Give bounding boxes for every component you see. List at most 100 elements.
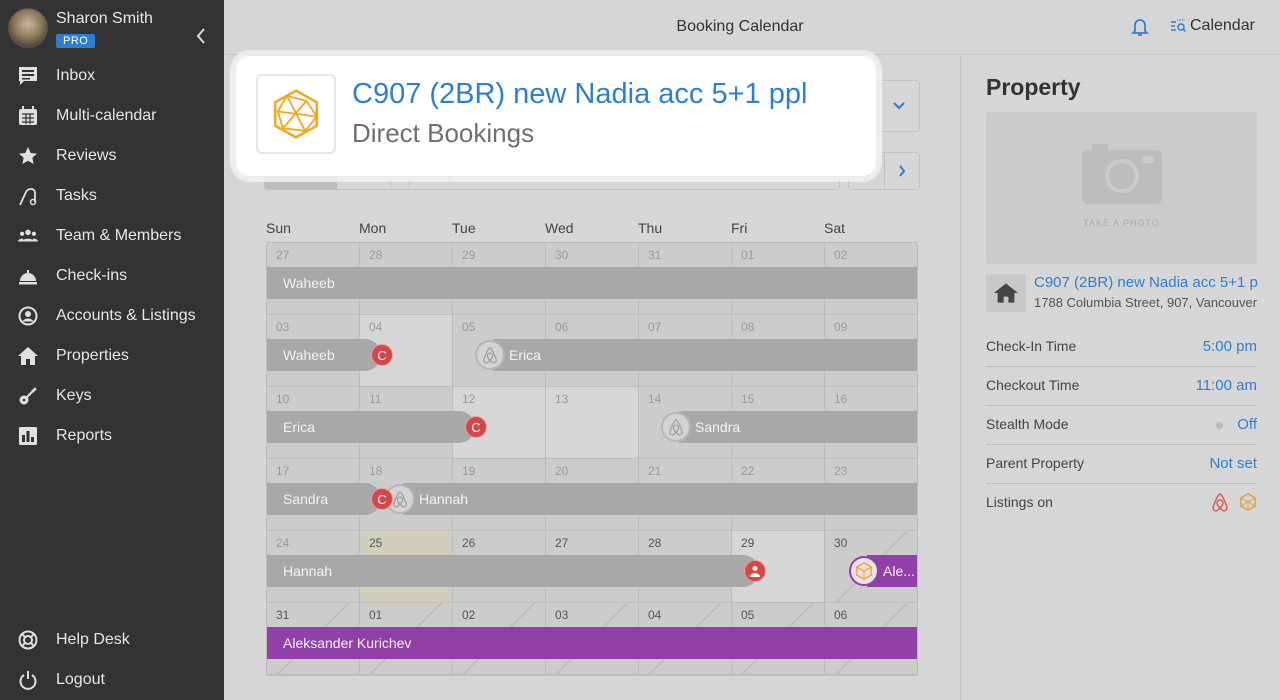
user-icon <box>750 566 760 577</box>
avatar[interactable] <box>8 8 48 48</box>
property-address: 1788 Columbia Street, 907, Vancouver <box>1034 295 1257 310</box>
power-icon <box>18 670 38 690</box>
checkout-badge[interactable]: C <box>371 344 393 366</box>
day-number: 17 <box>276 464 290 478</box>
user-profile[interactable]: Sharon Smith PRO <box>8 8 218 52</box>
weekday-label: Tue <box>452 220 476 236</box>
calendar-grid: 27 28 29 30 31 01 02 03 04 05 06 07 08 09 10 11 12 13 14 15… <box>266 242 919 676</box>
listing-popover: C907 (2BR) new Nadia acc 5+1 ppl Direct … <box>236 56 876 176</box>
sidebar-nav: Inbox Multi-calendar Reviews Tasks Team … <box>0 56 224 456</box>
airbnb-icon <box>661 412 691 442</box>
account-circle-icon <box>18 306 38 326</box>
weekday-label: Sat <box>824 220 846 236</box>
detail-row-checkout: Checkout Time 11:00 am <box>986 367 1257 406</box>
day-number: 02 <box>462 608 476 622</box>
day-number: 22 <box>741 464 755 478</box>
sidebar-bottom: Help Desk Logout <box>0 620 224 700</box>
guest-name: Hannah <box>283 563 333 579</box>
notifications-button[interactable] <box>1130 17 1150 42</box>
sidebar-item-keys[interactable]: Keys <box>0 376 224 416</box>
booking-bar[interactable]: Sandra <box>267 483 381 515</box>
guest-name: Erica <box>509 347 541 363</box>
weekday-label: Wed <box>545 220 574 236</box>
page-title: Booking Calendar <box>676 18 804 35</box>
guest-name: Waheeb <box>283 347 335 363</box>
check-in-time-value[interactable]: 5:00 pm <box>1203 338 1257 355</box>
day-number: 18 <box>369 464 383 478</box>
sidebar-item-reports[interactable]: Reports <box>0 416 224 456</box>
listing-channels <box>1211 492 1257 512</box>
day-number: 06 <box>834 608 848 622</box>
chevron-left-icon <box>196 28 205 44</box>
booking-bar[interactable]: Sandra <box>679 411 917 443</box>
sidebar-item-check-ins[interactable]: Check-ins <box>0 256 224 296</box>
guest-name: Erica <box>283 419 315 435</box>
sidebar-item-reviews[interactable]: Reviews <box>0 136 224 176</box>
guest-name: Sandra <box>695 419 741 435</box>
listing-dropdown-button[interactable] <box>877 81 919 131</box>
calendar-view-link[interactable]: Calendar <box>1170 17 1255 35</box>
property-name-link[interactable]: C907 (2BR) new Nadia acc 5+1 ppl <box>1034 274 1257 291</box>
top-bar: Booking Calendar Calendar <box>224 0 1280 55</box>
booking-bar[interactable]: Waheeb <box>267 267 917 299</box>
collapse-sidebar-button[interactable] <box>194 26 208 46</box>
stealth-mode-toggle[interactable]: Off <box>1237 416 1257 433</box>
day-number: 03 <box>276 320 290 334</box>
day-number: 28 <box>648 536 662 550</box>
sidebar-item-properties[interactable]: Properties <box>0 336 224 376</box>
day-number: 08 <box>741 320 755 334</box>
chevron-down-icon <box>892 102 905 110</box>
detail-label: Parent Property <box>986 455 1085 471</box>
calendar-link-label: Calendar <box>1190 17 1255 34</box>
day-number: 24 <box>276 536 290 550</box>
sidebar-item-tasks[interactable]: Tasks <box>0 176 224 216</box>
next-month-button[interactable] <box>883 153 920 189</box>
day-number: 28 <box>369 248 383 262</box>
sidebar-item-inbox[interactable]: Inbox <box>0 56 224 96</box>
take-photo-area[interactable]: TAKE A PHOTO <box>986 112 1257 264</box>
guest-checkout-badge[interactable] <box>744 560 766 582</box>
checkout-badge[interactable]: C <box>371 488 393 510</box>
day-number: 23 <box>834 464 848 478</box>
airbnb-icon[interactable] <box>1211 492 1229 512</box>
booking-bar[interactable]: Erica <box>493 339 917 371</box>
booking-bar[interactable]: Erica <box>267 411 475 443</box>
day-number: 20 <box>555 464 569 478</box>
direct-bookings-icon[interactable] <box>1239 492 1257 512</box>
sidebar-item-accounts-listings[interactable]: Accounts & Listings <box>0 296 224 336</box>
sidebar-item-label: Tasks <box>56 187 97 204</box>
property-panel: Property TAKE A PHOTO C907 (2BR) new Nad… <box>960 56 1280 700</box>
sidebar-item-label: Properties <box>56 347 129 364</box>
sidebar-item-multi-calendar[interactable]: Multi-calendar <box>0 96 224 136</box>
calendar-day-cell[interactable]: 13 <box>546 387 639 458</box>
checkout-badge[interactable]: C <box>465 416 487 438</box>
day-number: 01 <box>369 608 383 622</box>
guest-name: Sandra <box>283 491 329 507</box>
direct-bookings-logo <box>256 74 336 154</box>
booking-bar-direct[interactable]: Aleksander Kurichev <box>267 627 917 659</box>
sidebar: Sharon Smith PRO Inbox Multi-calendar Re… <box>0 0 224 700</box>
checkout-time-value[interactable]: 11:00 am <box>1196 377 1257 394</box>
bar-chart-icon <box>18 426 38 446</box>
calendar-search-icon <box>1171 19 1186 33</box>
popover-listing-title[interactable]: C907 (2BR) new Nadia acc 5+1 ppl <box>352 78 807 111</box>
calendar-icon <box>18 106 38 126</box>
camera-icon <box>1082 144 1162 204</box>
star-icon <box>18 146 38 166</box>
guest-name: Ale... <box>883 563 915 579</box>
parent-property-value[interactable]: Not set <box>1209 455 1257 472</box>
day-number: 21 <box>648 464 662 478</box>
sidebar-item-logout[interactable]: Logout <box>0 660 224 700</box>
day-number: 29 <box>462 248 476 262</box>
detail-label: Checkout Time <box>986 377 1080 393</box>
sidebar-item-team-members[interactable]: Team & Members <box>0 216 224 256</box>
booking-bar[interactable]: Hannah <box>403 483 917 515</box>
day-number: 15 <box>741 392 755 406</box>
sidebar-item-help-desk[interactable]: Help Desk <box>0 620 224 660</box>
detail-row-listings-on: Listings on <box>986 484 1257 523</box>
booking-bar[interactable]: Waheeb <box>267 339 381 371</box>
bell-desk-icon <box>18 266 38 286</box>
home-icon <box>18 346 38 366</box>
weekday-label: Thu <box>638 220 663 236</box>
booking-bar[interactable]: Hannah <box>267 555 759 587</box>
